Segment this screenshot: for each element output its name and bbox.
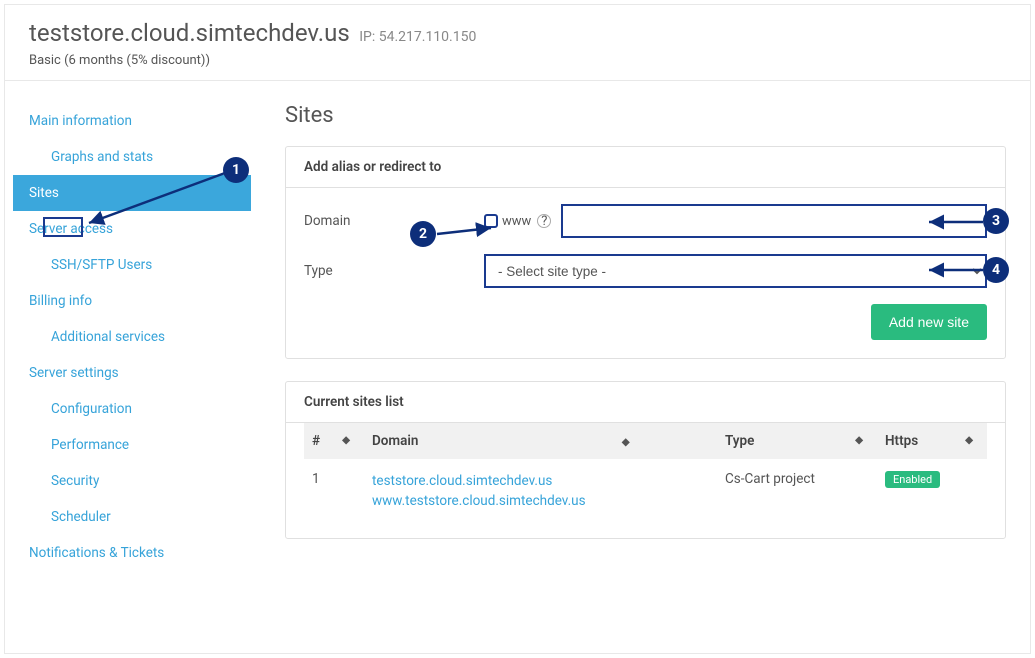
add-new-site-button[interactable]: Add new site bbox=[871, 304, 987, 340]
col-https[interactable]: Https ◆ bbox=[877, 423, 987, 459]
server-title: teststore.cloud.simtechdev.us bbox=[29, 19, 350, 47]
www-label: www bbox=[502, 214, 531, 229]
type-label: Type bbox=[304, 263, 484, 279]
domain-link[interactable]: teststore.cloud.simtechdev.us bbox=[372, 471, 709, 491]
cell-type: Cs-Cart project bbox=[717, 459, 877, 524]
annotation-arrow-2 bbox=[435, 225, 505, 239]
type-row: Type - Select site type - bbox=[304, 254, 987, 288]
add-site-panel: Add alias or redirect to Domain www ? Ty… bbox=[285, 146, 1006, 359]
page-title: Sites bbox=[285, 103, 1006, 128]
type-select[interactable]: - Select site type - bbox=[484, 254, 987, 288]
annotation-arrow-3 bbox=[925, 217, 987, 227]
add-panel-title: Add alias or redirect to bbox=[286, 147, 1005, 188]
sort-icon: ◆ bbox=[622, 438, 630, 448]
main-content: Sites Add alias or redirect to Domain ww… bbox=[251, 103, 1006, 571]
cell-https: Enabled bbox=[877, 459, 987, 524]
table-row: 1 teststore.cloud.simtechdev.us www.test… bbox=[304, 459, 987, 524]
sidebar-item-security[interactable]: Security bbox=[13, 463, 251, 499]
page-frame: teststore.cloud.simtechdev.us IP: 54.217… bbox=[4, 4, 1031, 654]
annotation-arrow-1 bbox=[85, 171, 235, 231]
annotation-badge-3: 3 bbox=[983, 208, 1009, 234]
current-sites-title: Current sites list bbox=[286, 382, 1005, 423]
domain-input[interactable] bbox=[561, 204, 987, 238]
sidebar-item-notifications[interactable]: Notifications & Tickets bbox=[13, 535, 251, 571]
sidebar-item-graphs[interactable]: Graphs and stats bbox=[13, 139, 251, 175]
domain-row: Domain www ? bbox=[304, 204, 987, 238]
current-sites-panel: Current sites list # ◆ Domain bbox=[285, 381, 1006, 539]
annotation-badge-1: 1 bbox=[223, 157, 249, 183]
https-badge: Enabled bbox=[885, 471, 940, 488]
annotation-arrow-4 bbox=[925, 265, 987, 275]
sidebar-item-configuration[interactable]: Configuration bbox=[13, 391, 251, 427]
col-num[interactable]: # ◆ bbox=[304, 423, 364, 459]
col-domain[interactable]: Domain ◆ bbox=[364, 423, 717, 459]
sort-icon: ◆ bbox=[342, 436, 350, 446]
domain-link[interactable]: www.teststore.cloud.simtechdev.us bbox=[372, 491, 709, 511]
sidebar-item-scheduler[interactable]: Scheduler bbox=[13, 499, 251, 535]
sidebar-item-server-settings[interactable]: Server settings bbox=[13, 355, 251, 391]
col-type[interactable]: Type ◆ bbox=[717, 423, 877, 459]
sidebar-item-ssh[interactable]: SSH/SFTP Users bbox=[13, 247, 251, 283]
annotation-badge-2: 2 bbox=[410, 221, 436, 247]
sort-icon: ◆ bbox=[855, 436, 863, 446]
ip-label: IP: 54.217.110.150 bbox=[359, 29, 476, 45]
sort-icon: ◆ bbox=[965, 436, 973, 446]
sidebar-item-main-info[interactable]: Main information bbox=[13, 103, 251, 139]
sidebar-item-performance[interactable]: Performance bbox=[13, 427, 251, 463]
cell-domain: teststore.cloud.simtechdev.us www.testst… bbox=[364, 459, 717, 524]
sites-table: # ◆ Domain ◆ Type ◆ bbox=[304, 423, 987, 524]
annotation-badge-4: 4 bbox=[983, 257, 1009, 283]
sidebar-item-billing[interactable]: Billing info bbox=[13, 283, 251, 319]
cell-num: 1 bbox=[304, 459, 364, 524]
sidebar-item-additional[interactable]: Additional services bbox=[13, 319, 251, 355]
page-header: teststore.cloud.simtechdev.us IP: 54.217… bbox=[5, 5, 1030, 81]
plan-info: Basic (6 months (5% discount)) bbox=[29, 53, 1006, 68]
help-icon[interactable]: ? bbox=[537, 214, 551, 228]
